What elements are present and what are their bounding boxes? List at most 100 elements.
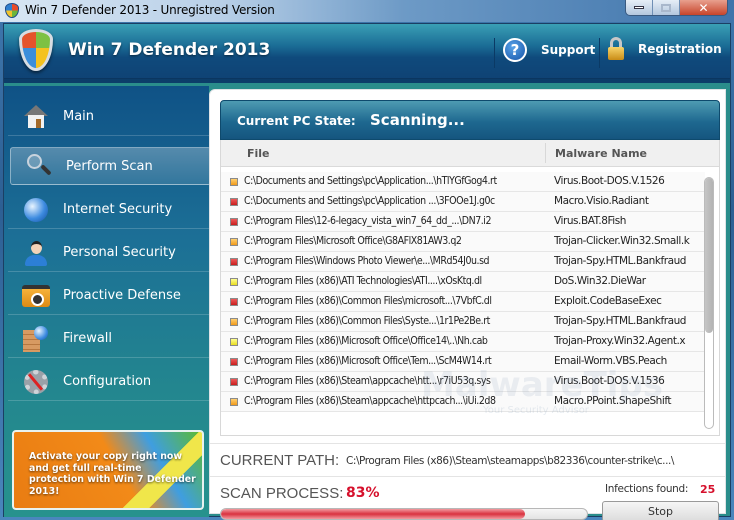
file-path-cell: C:\Documents and Settings\pc\Application…	[244, 195, 495, 207]
malware-name-cell: Macro.Visio.Radiant	[554, 195, 649, 207]
pc-state-bar: Current PC State: Scanning...	[220, 100, 720, 140]
window-controls: ✕	[625, 0, 728, 16]
malware-name-cell: Virus.Boot-DOS.V.1526	[554, 175, 665, 187]
malware-name-cell: Email-Worm.VBS.Peach	[554, 355, 667, 367]
minimize-icon	[634, 6, 644, 9]
help-icon: ?	[503, 38, 527, 62]
sidebar-item-internet-security[interactable]: Internet Security	[8, 191, 209, 229]
column-header-file[interactable]: File	[247, 147, 270, 160]
header-divider	[599, 38, 600, 68]
column-divider	[545, 143, 546, 163]
malware-name-cell: Macro.PPoint.ShapeShift	[554, 395, 672, 407]
scan-progress-bar	[220, 508, 588, 520]
sidebar-item-perform-scan[interactable]: Perform Scan	[10, 147, 211, 185]
malware-name-cell: Trojan-Clicker.Win32.Small.k	[554, 235, 690, 247]
sidebar-item-label: Main	[63, 109, 95, 124]
table-row[interactable]: C:\Documents and Settings\pc\Application…	[221, 172, 705, 192]
sidebar-item-label: Perform Scan	[66, 158, 153, 174]
sidebar-item-label: Internet Security	[63, 202, 173, 217]
promo-text: Activate your copy right now and get ful…	[29, 451, 196, 497]
scrollbar-thumb[interactable]	[705, 178, 713, 333]
table-row[interactable]: C:\Program Files (x86)\ATI Technologies\…	[221, 272, 705, 292]
severity-red-icon	[230, 258, 238, 266]
file-path-cell: C:\Program Files (x86)\ATI Technologies\…	[244, 275, 482, 287]
minimize-button[interactable]	[626, 0, 653, 15]
sidebar-item-label: Configuration	[63, 374, 152, 389]
close-button[interactable]: ✕	[680, 0, 727, 15]
current-path-label: CURRENT PATH:	[220, 452, 340, 469]
severity-red-icon	[230, 218, 238, 226]
severity-yellow-icon	[230, 338, 238, 346]
file-path-cell: C:\Program Files\Microsoft Office\G8AFlX…	[244, 235, 462, 247]
app-shield-icon	[5, 3, 19, 18]
lock-icon	[608, 37, 624, 61]
header-divider	[494, 38, 495, 68]
pc-state-label: Current PC State:	[237, 114, 356, 128]
severity-red-icon	[230, 198, 238, 206]
file-path-cell: C:\Program Files\12-6-legacy_vista_win7_…	[244, 215, 492, 227]
app-header: Win 7 Defender 2013 ? Support Registrati…	[4, 24, 730, 83]
table-row[interactable]: C:\Program Files (x86)\Steam\appcache\ht…	[221, 392, 705, 412]
file-path-cell: C:\Program Files (x86)\Common Files\Syst…	[244, 315, 490, 327]
infections-label: Infections found:	[605, 483, 689, 495]
scan-panel: Current PC State: Scanning... File Malwa…	[209, 89, 726, 520]
sidebar-item-personal-security[interactable]: Personal Security	[8, 234, 209, 272]
table-row[interactable]: C:\Program Files\12-6-legacy_vista_win7_…	[221, 212, 705, 232]
support-label: Support	[541, 43, 596, 57]
gear-icon	[22, 368, 50, 396]
severity-orange-icon	[230, 238, 238, 246]
sidebar-item-firewall[interactable]: Firewall	[8, 320, 209, 358]
malware-name-cell: Trojan-Proxy.Win32.Agent.x	[554, 335, 686, 347]
pc-state-value: Scanning...	[370, 111, 465, 129]
table-row[interactable]: C:\Documents and Settings\pc\Application…	[221, 192, 705, 212]
column-header-malware[interactable]: Malware Name	[555, 147, 647, 160]
table-row[interactable]: C:\Program Files (x86)\Common Files\Syst…	[221, 312, 705, 332]
file-path-cell: C:\Documents and Settings\pc\Application…	[244, 175, 497, 187]
file-path-cell: C:\Program Files (x86)\Steam\appcache\ht…	[244, 375, 491, 387]
sidebar-item-configuration[interactable]: Configuration	[8, 363, 209, 401]
folder-icon	[22, 282, 50, 310]
stop-button[interactable]: Stop	[602, 501, 719, 520]
file-path-cell: C:\Program Files (x86)\Microsoft Office\…	[244, 335, 488, 347]
current-path-bar: CURRENT PATH: C:\Program Files (x86)\Ste…	[210, 443, 725, 477]
shield-logo-icon	[19, 29, 53, 71]
malware-name-cell: Trojan-Spy.HTML.Bankfraud	[554, 315, 687, 327]
registration-button[interactable]: Registration	[608, 37, 722, 61]
table-row[interactable]: C:\Program Files (x86)\Common Files\micr…	[221, 292, 705, 312]
file-path-cell: C:\Program Files (x86)\Steam\appcache\ht…	[244, 395, 496, 407]
window-titlebar[interactable]: Win 7 Defender 2013 - Unregistred Versio…	[0, 0, 734, 22]
scan-process-label: SCAN PROCESS:	[220, 485, 344, 502]
file-path-cell: C:\Program Files\Windows Photo Viewer\e.…	[244, 255, 490, 267]
infections-count: 25	[700, 483, 716, 496]
scan-progress-fill	[221, 509, 525, 519]
malware-name-cell: Trojan-Spy.HTML.Bankfraud	[554, 255, 687, 267]
table-row[interactable]: C:\Program Files\Windows Photo Viewer\e.…	[221, 252, 705, 272]
severity-red-icon	[230, 378, 238, 386]
globe-icon	[22, 196, 50, 224]
current-path-value: C:\Program Files (x86)\Steam\steamapps\b…	[346, 455, 674, 467]
severity-orange-icon	[230, 178, 238, 186]
severity-orange-icon	[230, 318, 238, 326]
sidebar-item-proactive-defense[interactable]: Proactive Defense	[8, 277, 209, 315]
table-row[interactable]: C:\Program Files (x86)\Steam\appcache\ht…	[221, 372, 705, 392]
sidebar-item-main[interactable]: Main	[8, 98, 209, 136]
maximize-button[interactable]	[653, 0, 680, 15]
severity-red-icon	[230, 298, 238, 306]
app-title: Win 7 Defender 2013	[68, 40, 271, 60]
table-row[interactable]: C:\Program Files (x86)\Microsoft Office\…	[221, 332, 705, 352]
app-window: Win 7 Defender 2013 ? Support Registrati…	[3, 23, 731, 520]
table-scrollbar[interactable]	[704, 177, 714, 429]
sidebar-item-label: Personal Security	[63, 245, 176, 260]
table-body: C:\Documents and Settings\pc\Application…	[221, 172, 705, 412]
close-icon: ✕	[698, 0, 709, 15]
malware-name-cell: DoS.Win32.DieWar	[554, 275, 646, 287]
table-row[interactable]: C:\Program Files (x86)\Microsoft Office\…	[221, 352, 705, 372]
malware-name-cell: Virus.BAT.8Fish	[554, 215, 626, 227]
file-path-cell: C:\Program Files (x86)\Microsoft Office\…	[244, 355, 492, 367]
support-button[interactable]: ? Support	[503, 38, 595, 62]
file-path-cell: C:\Program Files (x86)\Common Files\micr…	[244, 295, 492, 307]
maximize-icon	[661, 3, 671, 12]
table-row[interactable]: C:\Program Files\Microsoft Office\G8AFlX…	[221, 232, 705, 252]
activate-promo-banner[interactable]: Activate your copy right now and get ful…	[12, 430, 204, 510]
severity-orange-icon	[230, 398, 238, 406]
